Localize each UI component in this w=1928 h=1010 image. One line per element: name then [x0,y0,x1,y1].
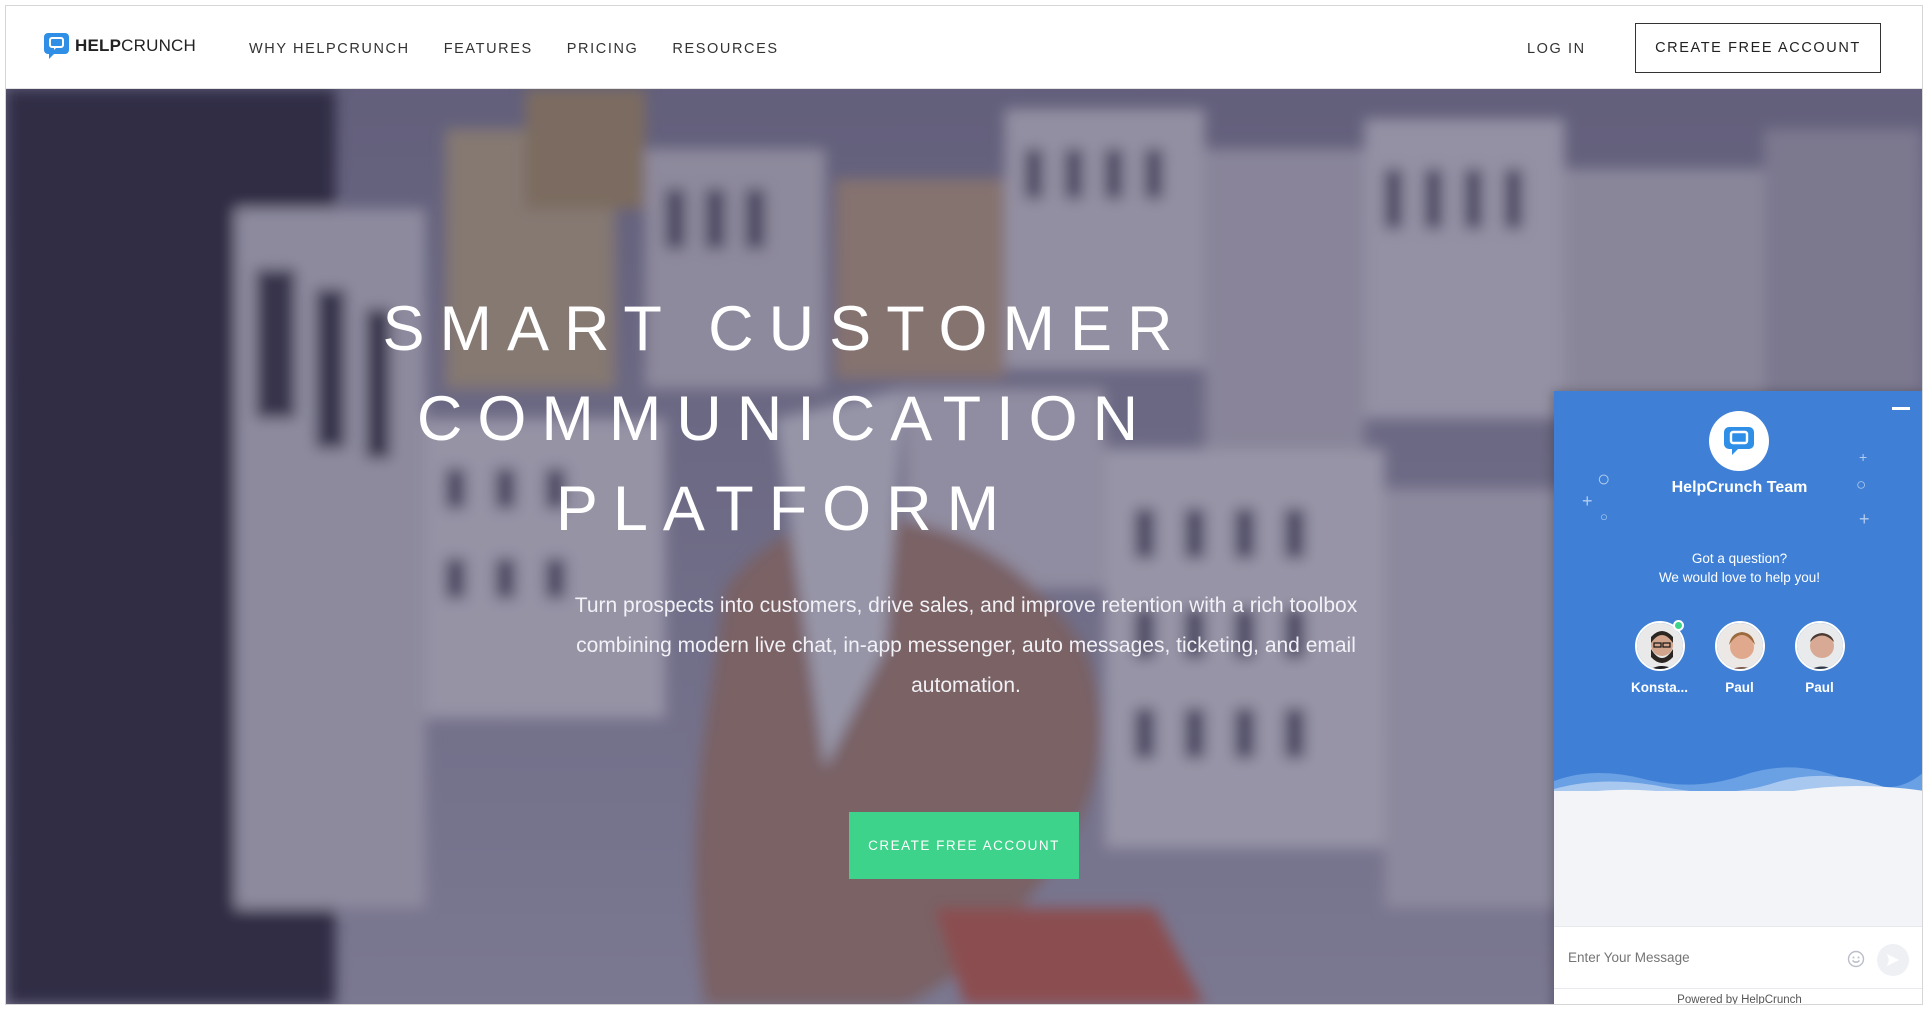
decoration-plus-icon: + [1859,449,1868,465]
main-nav: WHY HELPCRUNCH FEATURES PRICING RESOURCE… [249,41,813,57]
chat-greeting-line: Got a question? [1691,551,1788,566]
decoration-circle-icon: ○ [1600,509,1608,524]
send-button[interactable] [1877,944,1909,976]
chat-bubble-logo-icon [44,33,69,59]
logo-text: HELPCRUNCH [75,35,197,55]
hero-title-line: PLATFORM [555,474,1015,544]
hero-subtitle: Turn prospects into customers, drive sal… [574,594,1358,697]
nav-resources[interactable]: RESOURCES [672,41,778,57]
create-account-header-button[interactable]: CREATE FREE ACCOUNT [1635,23,1881,73]
decoration-plus-icon: + [1859,509,1870,529]
agent-item: Paul [1700,621,1780,695]
chat-message-input[interactable] [1568,950,1818,965]
powered-by-footer: Powered by HelpCrunch [1554,988,1922,1005]
chat-greeting-line: We would love to help you! [1658,570,1821,585]
chat-logo-icon [1709,411,1769,471]
chat-widget: + ○ ○ + ○ + HelpCrunch Team Got a questi… [1554,391,1922,1005]
agent-item: Konsta... [1620,620,1700,695]
site-header: HELPCRUNCH WHY HELPCRUNCH FEATURES PRICI… [6,6,1922,89]
avatar [1794,621,1845,671]
logo[interactable]: HELPCRUNCH [43,32,196,59]
agent-name: Konsta... [1630,680,1688,695]
agent-name: Paul [1725,680,1754,695]
browser-viewport: HELPCRUNCH WHY HELPCRUNCH FEATURES PRICI… [5,5,1923,1005]
powered-by-label: Powered by [1677,994,1738,1005]
agent-item: Paul [1780,621,1860,695]
agent-list: Konsta... Paul Paul [1554,620,1922,695]
emoji-icon[interactable] [1846,949,1866,969]
avatar [1714,621,1765,671]
nav-pricing[interactable]: PRICING [567,41,639,57]
nav-features[interactable]: FEATURES [444,41,533,57]
powered-by-link[interactable]: HelpCrunch [1741,994,1802,1004]
chat-greeting: Got a question? We would love to help yo… [1554,549,1922,587]
nav-why-helpcrunch[interactable]: WHY HELPCRUNCH [249,41,410,57]
hero-title-line: SMART CUSTOMER [382,294,1188,364]
chat-team-name: HelpCrunch Team [1671,479,1808,496]
chat-bubble-icon [1724,427,1754,455]
chat-input-row [1554,926,1922,996]
chat-widget-header: + ○ ○ + ○ + HelpCrunch Team Got a questi… [1554,391,1922,791]
send-icon [1887,954,1899,966]
agent-name: Paul [1805,680,1834,695]
hero-title-line: COMMUNICATION [416,384,1154,454]
create-account-hero-button[interactable]: CREATE FREE ACCOUNT [849,812,1079,879]
minimize-chat-button[interactable] [1892,407,1910,410]
online-status-indicator [1672,620,1684,631]
login-link[interactable]: LOG IN [1527,41,1586,57]
chat-messages-area [1554,791,1922,926]
